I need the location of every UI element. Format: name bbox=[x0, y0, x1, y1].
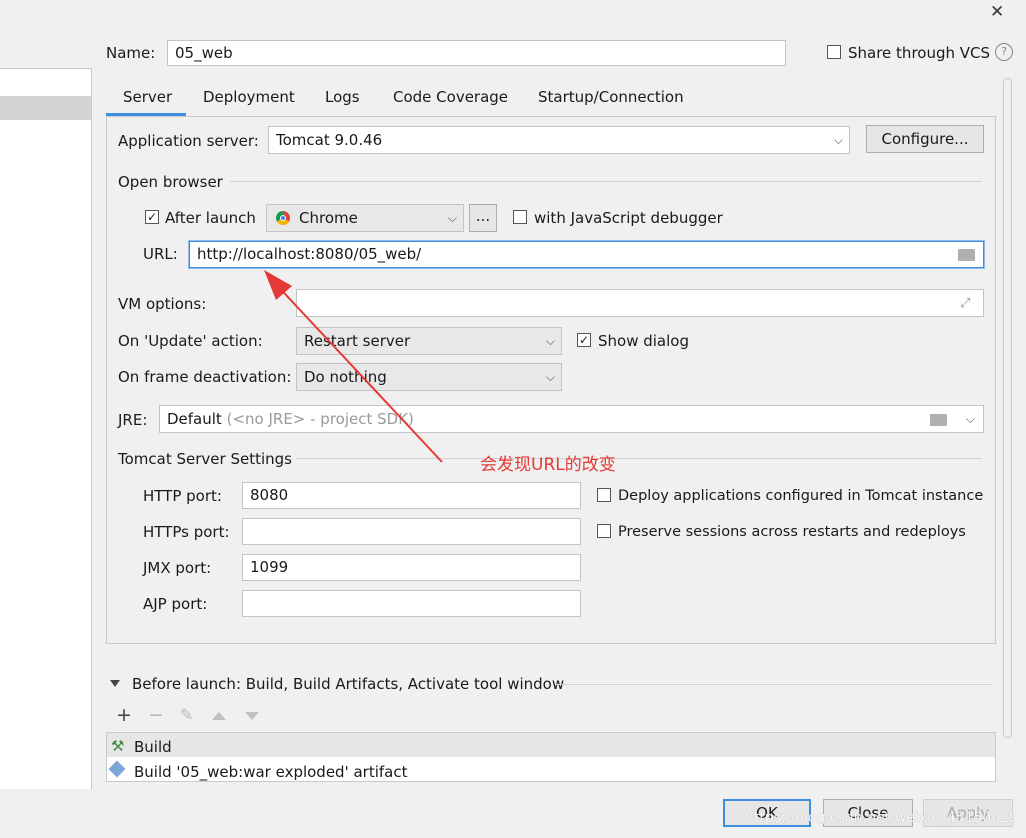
chevron-down-icon[interactable]: ⌵ bbox=[966, 406, 975, 432]
show-dialog-label[interactable]: Show dialog bbox=[598, 332, 689, 350]
url-value: http://localhost:8080/05_web/ bbox=[197, 245, 422, 263]
folder-icon[interactable] bbox=[930, 414, 947, 426]
vm-options-label: VM options: bbox=[118, 295, 207, 313]
hammer-icon: ⚒ bbox=[111, 737, 125, 755]
js-debugger-checkbox[interactable] bbox=[513, 210, 527, 224]
after-launch-checkbox[interactable]: ✓ bbox=[145, 210, 159, 224]
after-launch-label[interactable]: After launch bbox=[165, 209, 256, 227]
tab-deployment[interactable]: Deployment bbox=[203, 88, 295, 106]
watermark: https://blog.csdn.net/weixin_45150029 bbox=[745, 810, 1019, 826]
jmx-port-field[interactable]: 1099 bbox=[242, 554, 581, 581]
left-panel bbox=[0, 68, 92, 789]
remove-icon[interactable]: − bbox=[148, 704, 164, 726]
deploy-label[interactable]: Deploy applications configured in Tomcat… bbox=[618, 487, 983, 505]
ajp-port-label: AJP port: bbox=[143, 595, 208, 613]
chrome-icon bbox=[276, 211, 290, 225]
application-server-label: Application server: bbox=[118, 132, 259, 150]
move-up-icon[interactable] bbox=[212, 712, 226, 720]
chevron-down-icon: ⌵ bbox=[833, 133, 843, 147]
chevron-down-icon: ⌵ bbox=[545, 334, 555, 348]
folder-icon[interactable] bbox=[958, 249, 975, 261]
application-server-combo[interactable]: Tomcat 9.0.46 ⌵ bbox=[268, 126, 850, 154]
application-server-value: Tomcat 9.0.46 bbox=[276, 131, 383, 149]
tab-server[interactable]: Server bbox=[123, 88, 172, 106]
browser-combo[interactable]: Chrome ⌵ bbox=[266, 204, 464, 232]
https-port-label: HTTPs port: bbox=[143, 523, 230, 541]
preserve-sessions-checkbox[interactable] bbox=[597, 524, 611, 538]
browse-browser-button[interactable]: ... bbox=[469, 204, 497, 232]
js-debugger-label[interactable]: with JavaScript debugger bbox=[534, 209, 723, 227]
jmx-port-label: JMX port: bbox=[143, 559, 212, 577]
jre-label: JRE: bbox=[118, 411, 148, 429]
http-port-field[interactable]: 8080 bbox=[242, 482, 581, 509]
url-label: URL: bbox=[143, 245, 178, 263]
add-icon[interactable]: + bbox=[116, 704, 132, 726]
tab-code-coverage[interactable]: Code Coverage bbox=[393, 88, 508, 106]
left-panel-selected-row[interactable] bbox=[0, 96, 91, 120]
list-item[interactable] bbox=[107, 733, 995, 757]
expand-icon[interactable]: ⤢ bbox=[960, 296, 970, 311]
collapse-triangle-icon[interactable] bbox=[110, 680, 120, 687]
before-launch-title[interactable]: Before launch: Build, Build Artifacts, A… bbox=[132, 675, 564, 693]
https-port-field[interactable] bbox=[242, 518, 581, 545]
open-browser-separator bbox=[230, 181, 982, 182]
browser-value: Chrome bbox=[299, 209, 358, 227]
deploy-checkbox[interactable] bbox=[597, 488, 611, 502]
show-dialog-checkbox[interactable]: ✓ bbox=[577, 333, 591, 347]
chevron-down-icon: ⌵ bbox=[447, 211, 457, 225]
name-field[interactable]: 05_web bbox=[167, 40, 786, 66]
vertical-scrollbar[interactable] bbox=[1003, 78, 1012, 738]
name-label: Name: bbox=[106, 44, 156, 62]
on-update-label: On 'Update' action: bbox=[118, 332, 263, 350]
before-launch-separator bbox=[556, 684, 992, 685]
ajp-port-field[interactable] bbox=[242, 590, 581, 617]
close-icon[interactable]: ✕ bbox=[990, 2, 1004, 22]
http-port-label: HTTP port: bbox=[143, 487, 222, 505]
share-vcs-checkbox[interactable] bbox=[827, 45, 841, 59]
list-item-build[interactable]: Build bbox=[134, 738, 172, 756]
tab-logs[interactable]: Logs bbox=[325, 88, 360, 106]
jre-value: Default bbox=[167, 410, 222, 428]
annotation-arrow bbox=[264, 270, 443, 463]
move-down-icon[interactable] bbox=[245, 712, 259, 720]
annotation-text: 会发现URL的改变 bbox=[480, 455, 616, 475]
preserve-sessions-label[interactable]: Preserve sessions across restarts and re… bbox=[618, 523, 966, 541]
chevron-down-icon: ⌵ bbox=[545, 370, 555, 384]
share-vcs-label[interactable]: Share through VCS bbox=[848, 44, 990, 62]
help-icon[interactable]: ? bbox=[995, 43, 1013, 61]
open-browser-label: Open browser bbox=[118, 173, 223, 191]
edit-icon[interactable]: ✎ bbox=[180, 705, 193, 724]
list-item-artifact[interactable]: Build '05_web:war exploded' artifact bbox=[134, 763, 407, 781]
tab-startup-connection[interactable]: Startup/Connection bbox=[538, 88, 684, 106]
configure-button[interactable]: Configure... bbox=[866, 125, 984, 153]
